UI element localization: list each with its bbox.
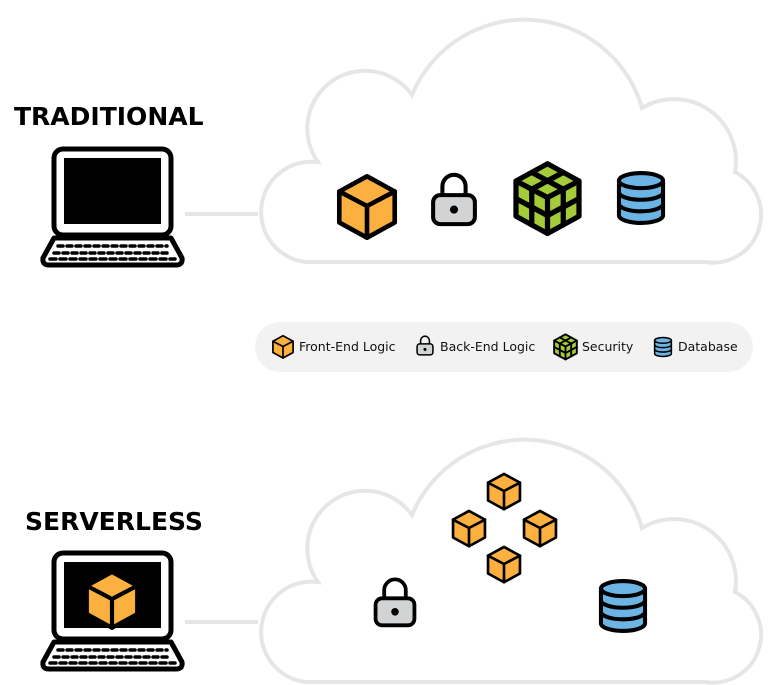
traditional-section: TRADITIONAL xyxy=(14,17,764,265)
serverless-title: SERVERLESS xyxy=(25,507,203,536)
legend-cube-icon xyxy=(271,334,295,359)
diagram: TRADITIONAL Front-End Logic Back-End Log… xyxy=(14,17,764,685)
front-end-cube-icon xyxy=(339,176,394,237)
legend-front-end: Front-End Logic xyxy=(299,339,396,354)
serverless-section: SERVERLESS xyxy=(25,437,764,685)
traditional-title: TRADITIONAL xyxy=(14,102,204,131)
function-cube-icon xyxy=(451,509,487,548)
cloud-shape xyxy=(259,17,764,265)
legend-security: Security xyxy=(582,339,634,354)
front-end-cube-icon xyxy=(87,572,137,628)
laptop-icon xyxy=(43,149,182,265)
legend-database: Database xyxy=(678,339,738,354)
legend-back-end: Back-End Logic xyxy=(440,339,535,354)
function-cube-icon xyxy=(522,509,558,548)
legend-database-icon xyxy=(653,336,673,358)
function-cube-icon xyxy=(486,472,522,511)
legend-rubik-icon xyxy=(553,333,578,361)
function-cube-icon xyxy=(486,545,522,584)
security-rubik-icon xyxy=(516,164,579,234)
legend: Front-End Logic Back-End Logic Security … xyxy=(255,322,753,372)
database-icon xyxy=(619,173,663,223)
database-icon xyxy=(601,581,645,631)
